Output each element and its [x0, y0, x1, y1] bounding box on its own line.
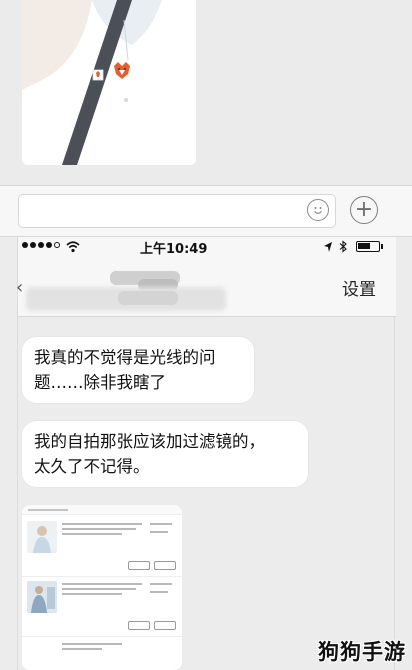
bluetooth-icon: [339, 240, 347, 253]
order-item: [22, 577, 182, 637]
plus-circle-icon[interactable]: +: [350, 196, 378, 224]
status-bar: 上午10:49: [18, 237, 396, 257]
location-arrow-icon: [324, 242, 332, 252]
shirt-photo-image: [22, 0, 196, 165]
battery-icon: [356, 241, 383, 252]
message-text-line: 题……除非我瞎了: [34, 373, 166, 392]
order-action-button: [128, 621, 150, 630]
chat-message-bubble[interactable]: 我的自拍那张应该加过滤镜的， 太久了不记得。: [22, 421, 308, 487]
order-action-button: [154, 621, 176, 630]
message-text-line: 我真的不觉得是光线的问: [34, 348, 216, 367]
previous-chat-area: [0, 0, 412, 185]
shirt-photo-message[interactable]: [22, 0, 196, 165]
chat-nav-bar: ‹ 设置: [16, 257, 396, 317]
order-item: [22, 637, 182, 670]
product-thumbnail: [27, 581, 57, 613]
battery-level: [358, 243, 370, 249]
plus-symbol: +: [354, 197, 374, 222]
status-time: 上午10:49: [140, 242, 208, 257]
chat-screenshot: 上午10:49 ‹ 设置 我真的不觉得是光线的问 题……除非我瞎了 我的自拍那张…: [16, 237, 396, 670]
settings-button[interactable]: 设置: [342, 275, 376, 300]
order-card-header: [22, 505, 182, 515]
message-input[interactable]: [18, 194, 336, 228]
product-thumbnail: [27, 521, 57, 553]
order-action-button: [128, 561, 150, 570]
chat-message-bubble[interactable]: 我真的不觉得是光线的问 题……除非我瞎了: [22, 337, 254, 403]
message-text-line: 太久了不记得。: [34, 457, 150, 476]
blurred-contact-name: [18, 271, 228, 311]
signal-icon: [22, 242, 60, 248]
message-text-line: 我的自拍那张应该加过滤镜的，: [34, 432, 265, 451]
order-item: [22, 517, 182, 577]
emoji-button[interactable]: [307, 199, 329, 221]
order-screenshot-image[interactable]: [22, 505, 182, 670]
wifi-icon: [66, 241, 80, 253]
order-action-button: [154, 561, 176, 570]
site-watermark: 狗狗手游: [318, 640, 406, 664]
emoji-icon: [314, 207, 322, 214]
